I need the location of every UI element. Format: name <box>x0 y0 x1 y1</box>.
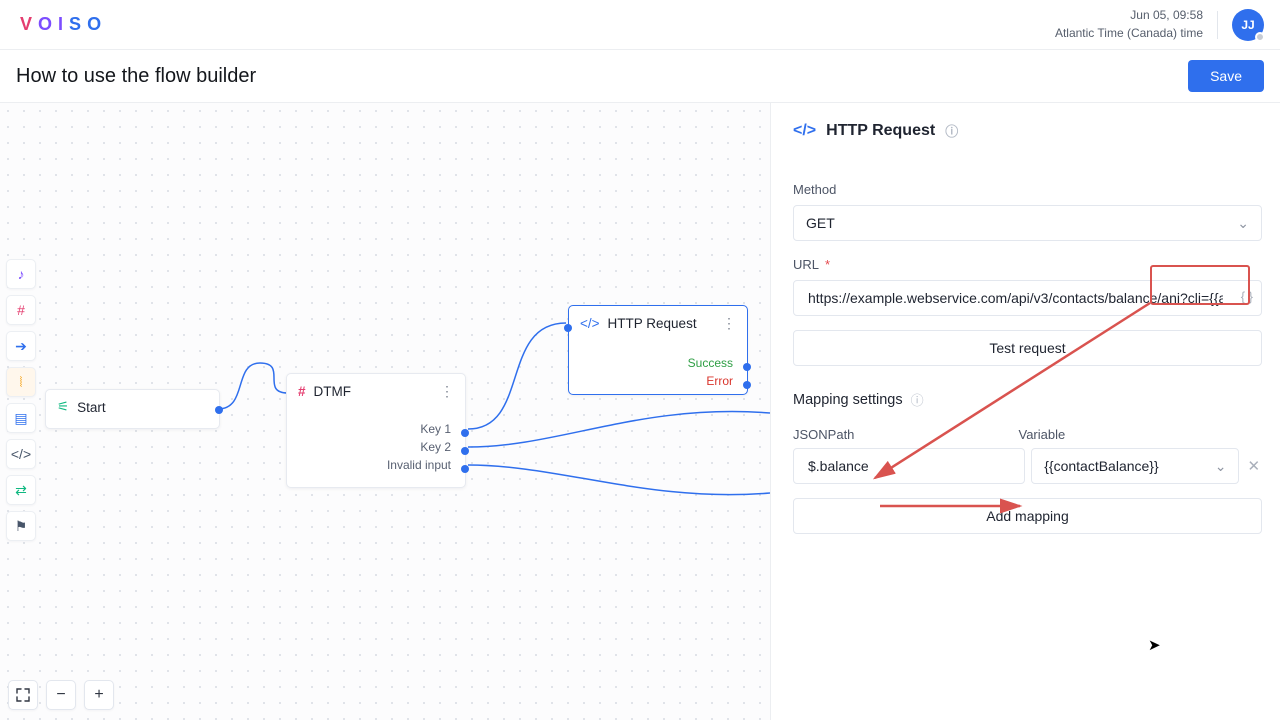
save-button[interactable]: Save <box>1188 60 1264 92</box>
panel-title-text: HTTP Request <box>826 122 935 140</box>
palette-play-music[interactable]: ♪ <box>6 259 36 289</box>
node-menu-icon[interactable]: ⋮ <box>440 383 454 400</box>
code-icon: </> <box>580 316 600 331</box>
header-datetime: Jun 05, 09:58 <box>1055 7 1203 24</box>
palette-message[interactable]: ▤ <box>6 403 36 433</box>
url-input-wrapper: { } <box>793 280 1262 316</box>
chevron-down-icon: ⌄ <box>1237 215 1249 232</box>
top-bar-right: Jun 05, 09:58 Atlantic Time (Canada) tim… <box>1055 7 1264 42</box>
avatar-initials: JJ <box>1241 18 1254 32</box>
output-port[interactable] <box>215 406 223 414</box>
test-request-button[interactable]: Test request <box>793 330 1262 366</box>
variable-label: Variable <box>1019 427 1239 442</box>
mapping-section-title: Mapping settings ⓘ <box>793 390 1262 409</box>
chevron-down-icon: ⌄ <box>1215 458 1227 475</box>
output-label-invalid: Invalid input <box>387 458 451 472</box>
output-port-success[interactable] <box>743 363 751 371</box>
node-menu-icon[interactable]: ⋮ <box>722 315 736 332</box>
add-mapping-button[interactable]: Add mapping <box>793 498 1262 534</box>
variable-insert-icon[interactable]: { } <box>1241 289 1253 304</box>
node-dtmf[interactable]: # DTMF ⋮ Key 1 Key 2 Invalid input <box>286 373 466 488</box>
palette-flag[interactable]: ⚑ <box>6 511 36 541</box>
url-input[interactable] <box>806 281 1225 315</box>
node-label: Start <box>77 400 106 415</box>
brand-logo: VOISO <box>20 14 107 35</box>
inspector-panel: </> HTTP Request ⓘ Method GET ⌄ URL* { }… <box>770 103 1280 720</box>
zoom-in-button[interactable]: + <box>84 680 114 710</box>
top-bar: VOISO Jun 05, 09:58 Atlantic Time (Canad… <box>0 0 1280 50</box>
node-palette: ♪ # ➔ ⦚ ▤ </> ⇄ ⚑ <box>6 259 36 541</box>
palette-transfer[interactable]: ➔ <box>6 331 36 361</box>
palette-dtmf[interactable]: # <box>6 295 36 325</box>
method-label: Method <box>793 182 1262 197</box>
node-label: DTMF <box>314 384 352 399</box>
variable-select[interactable]: {{contactBalance}} ⌄ <box>1031 448 1239 484</box>
output-label-key1: Key 1 <box>420 422 451 436</box>
code-icon: </> <box>793 122 816 140</box>
url-label: URL* <box>793 257 1262 272</box>
fullscreen-button[interactable] <box>8 680 38 710</box>
sub-header: How to use the flow builder Save <box>0 50 1280 103</box>
header-timezone: Atlantic Time (Canada) time <box>1055 25 1203 42</box>
mapping-row: {{contactBalance}} ⌄ ✕ <box>793 448 1262 484</box>
output-label-error: Error <box>706 374 733 388</box>
jsonpath-input[interactable] <box>806 449 988 483</box>
zoom-out-button[interactable]: − <box>46 680 76 710</box>
output-port-key2[interactable] <box>461 447 469 455</box>
presence-indicator <box>1255 32 1265 42</box>
output-label-key2: Key 2 <box>420 440 451 454</box>
canvas-controls: − + <box>8 680 114 710</box>
output-port-invalid[interactable] <box>461 465 469 473</box>
jsonpath-input-wrapper <box>793 448 1025 484</box>
panel-title: </> HTTP Request ⓘ <box>793 121 1262 140</box>
output-label-success: Success <box>688 356 733 370</box>
remove-mapping-button[interactable]: ✕ <box>1245 457 1262 475</box>
info-icon[interactable]: ⓘ <box>945 121 958 140</box>
output-port-error[interactable] <box>743 381 751 389</box>
page-title: How to use the flow builder <box>16 65 256 88</box>
palette-branch[interactable]: ⇄ <box>6 475 36 505</box>
hash-icon: # <box>298 384 306 399</box>
output-port-key1[interactable] <box>461 429 469 437</box>
info-icon[interactable]: ⓘ <box>911 390 924 409</box>
variable-value: {{contactBalance}} <box>1044 458 1158 474</box>
user-avatar[interactable]: JJ <box>1232 9 1264 41</box>
separator <box>1217 11 1218 39</box>
method-select[interactable]: GET ⌄ <box>793 205 1262 241</box>
start-icon: ⚟ <box>57 399 69 415</box>
input-port[interactable] <box>564 324 572 332</box>
palette-text-to-speech[interactable]: ⦚ <box>6 367 36 397</box>
method-value: GET <box>806 215 835 231</box>
jsonpath-label: JSONPath <box>793 427 1013 442</box>
node-start[interactable]: ⚟ Start <box>45 389 220 429</box>
node-http-request[interactable]: </> HTTP Request ⋮ Success Error <box>568 305 748 395</box>
palette-http-request[interactable]: </> <box>6 439 36 469</box>
fullscreen-icon <box>16 688 30 702</box>
flow-canvas[interactable]: ♪ # ➔ ⦚ ▤ </> ⇄ ⚑ ⚟ Start # DTMF ⋮ <box>0 103 770 720</box>
node-label: HTTP Request <box>608 316 697 331</box>
